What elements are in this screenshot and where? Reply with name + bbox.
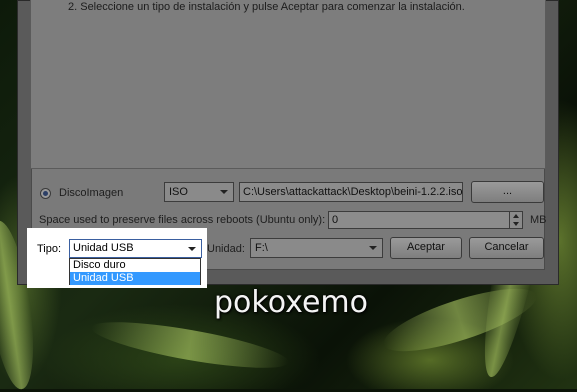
persistence-unit: MB xyxy=(530,214,547,226)
instruction-text: 2. Seleccione un tipo de instalación y p… xyxy=(68,1,465,13)
image-path-field[interactable]: C:\Users\attackattack\Desktop\beini-1.2.… xyxy=(239,182,463,202)
tipo-label: Tipo: xyxy=(37,243,62,255)
tipo-select[interactable]: Unidad USB xyxy=(69,239,202,258)
watermark-text: pokoxemo xyxy=(214,285,368,320)
format-select-value: ISO xyxy=(169,186,188,198)
chevron-down-icon xyxy=(220,190,228,194)
discoimagen-label: DiscoImagen xyxy=(59,187,124,199)
unidad-label: Unidad: xyxy=(207,243,245,255)
format-select[interactable]: ISO xyxy=(164,182,234,202)
spin-down-icon[interactable] xyxy=(513,222,519,226)
content-panel xyxy=(30,0,546,169)
accept-button[interactable]: Aceptar xyxy=(390,237,462,259)
persistence-size-field[interactable]: 0 xyxy=(328,211,510,229)
chevron-down-icon xyxy=(188,247,196,251)
unidad-select[interactable]: F:\ xyxy=(250,238,383,258)
cancel-button[interactable]: Cancelar xyxy=(469,237,544,259)
chevron-down-icon xyxy=(369,246,377,250)
tipo-option-disco-duro[interactable]: Disco duro xyxy=(70,259,200,272)
tipo-option-unidad-usb[interactable]: Unidad USB xyxy=(70,272,200,285)
unidad-select-value: F:\ xyxy=(255,242,268,254)
discoimagen-radio[interactable] xyxy=(40,188,51,199)
persistence-label: Space used to preserve files across rebo… xyxy=(39,214,326,226)
persistence-spinner[interactable] xyxy=(509,211,523,229)
browse-button[interactable]: ... xyxy=(471,181,544,203)
tipo-dropdown-list: Disco duro Unidad USB xyxy=(69,258,201,285)
tipo-select-value: Unidad USB xyxy=(73,242,134,254)
grass-blade xyxy=(88,312,292,378)
spin-up-icon[interactable] xyxy=(513,214,519,218)
